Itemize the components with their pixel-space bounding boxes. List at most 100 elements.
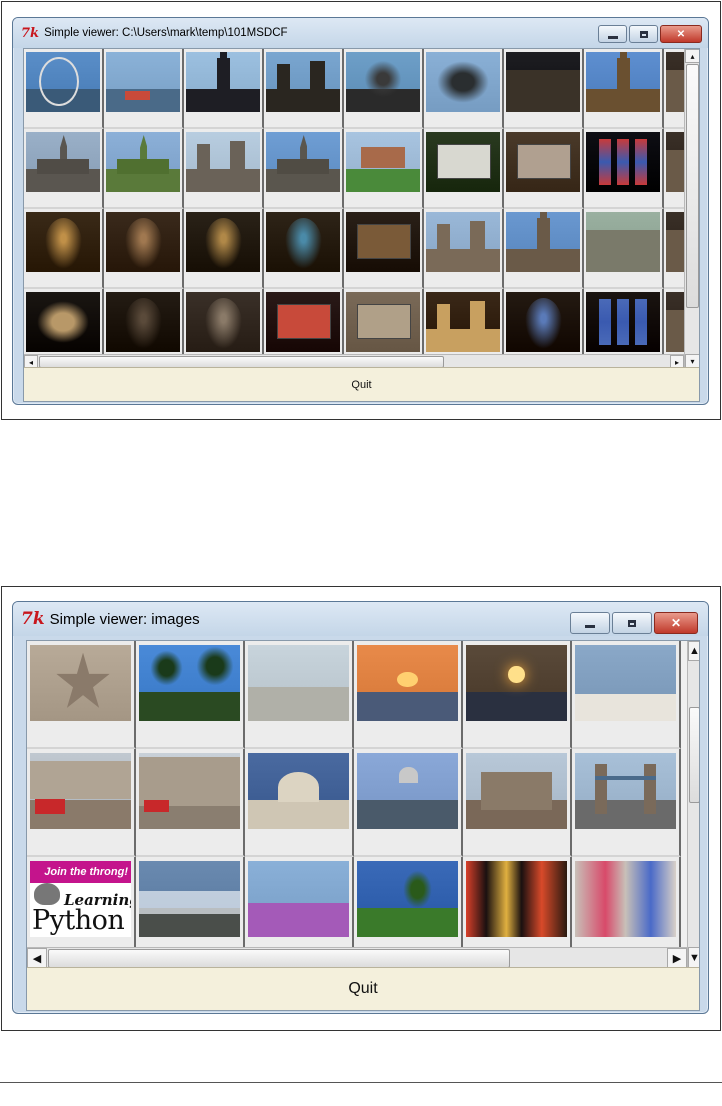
- thumbnail-button[interactable]: [424, 129, 504, 209]
- close-button[interactable]: ✕: [660, 25, 702, 43]
- thumbnail-button[interactable]: [136, 857, 245, 947]
- thumbnail-image: [186, 132, 260, 192]
- thumbnail-image: [248, 645, 349, 721]
- thumbnail-button[interactable]: [136, 749, 245, 857]
- horizontal-scrollbar[interactable]: ◀ ▶: [27, 947, 687, 969]
- thumbnail-button[interactable]: [245, 857, 354, 947]
- vertical-scrollbar[interactable]: ▲ ▼: [687, 641, 699, 969]
- thumbnail-button[interactable]: [184, 49, 264, 129]
- thumbnail-image: [248, 753, 349, 829]
- thumbnail-grid: [24, 49, 684, 354]
- thumbnail-button[interactable]: [344, 209, 424, 289]
- photo-detail: [124, 298, 162, 349]
- thumbnail-button[interactable]: [264, 49, 344, 129]
- thumbnail-button[interactable]: [504, 49, 584, 129]
- thumbnail-button[interactable]: [463, 641, 572, 749]
- maximize-button[interactable]: [612, 612, 652, 634]
- thumbnail-button[interactable]: [354, 857, 463, 947]
- thumbnail-button[interactable]: Join the throng!LearningPython: [27, 857, 136, 947]
- title-bar[interactable]: 7k Simple viewer: C:\Users\mark\temp\101…: [13, 18, 708, 48]
- scroll-down-button[interactable]: ▾: [685, 354, 699, 368]
- scroll-down-button[interactable]: ▼: [688, 947, 699, 968]
- close-button[interactable]: ✕: [654, 612, 698, 634]
- title-bar[interactable]: 7k Simple viewer: images ✕: [13, 602, 708, 636]
- thumbnail-image: [266, 292, 340, 352]
- thumbnail-button[interactable]: [354, 641, 463, 749]
- thumbnail-button[interactable]: [104, 209, 184, 289]
- thumbnail-button[interactable]: [424, 49, 504, 129]
- thumbnail-button[interactable]: [424, 289, 504, 354]
- thumbnail-button[interactable]: [584, 129, 664, 209]
- thumbnail-button[interactable]: [664, 209, 684, 289]
- scroll-right-button[interactable]: ▶: [667, 948, 687, 969]
- photo-detail: [399, 766, 418, 784]
- thumbnail-button[interactable]: [27, 641, 136, 749]
- photo-detail: [230, 141, 246, 192]
- thumbnail-button[interactable]: [104, 129, 184, 209]
- vertical-scroll-thumb[interactable]: [689, 707, 699, 803]
- photo-detail: [357, 224, 411, 259]
- thumbnail-button[interactable]: [572, 641, 681, 749]
- thumbnail-button[interactable]: [584, 289, 664, 354]
- vertical-scroll-thumb[interactable]: [686, 64, 699, 308]
- thumbnail-button[interactable]: [104, 289, 184, 354]
- scroll-up-button[interactable]: ▲: [688, 641, 699, 661]
- thumbnail-button[interactable]: [424, 209, 504, 289]
- thumbnail-button[interactable]: [27, 749, 136, 857]
- quit-button[interactable]: Quit: [24, 367, 699, 401]
- thumbnail-button[interactable]: [245, 749, 354, 857]
- thumbnail-button[interactable]: [584, 209, 664, 289]
- thumbnail-button[interactable]: [354, 749, 463, 857]
- thumbnail-button[interactable]: [344, 129, 424, 209]
- thumbnail-canvas[interactable]: Join the throng!LearningPython: [27, 641, 687, 947]
- scroll-up-button[interactable]: ▴: [685, 49, 699, 63]
- thumbnail-image: [106, 52, 180, 112]
- thumbnail-button[interactable]: [264, 129, 344, 209]
- photo-detail: [617, 139, 629, 185]
- minimize-button[interactable]: [598, 25, 627, 43]
- thumbnail-button[interactable]: [245, 641, 354, 749]
- thumbnail-button[interactable]: [136, 641, 245, 749]
- scroll-left-button[interactable]: ◀: [27, 948, 47, 969]
- thumbnail-button[interactable]: [344, 49, 424, 129]
- thumbnail-button[interactable]: [584, 49, 664, 129]
- photo-detail: [30, 760, 131, 799]
- thumbnail-button[interactable]: [664, 49, 684, 129]
- thumbnail-button[interactable]: [104, 49, 184, 129]
- thumbnail-button[interactable]: [572, 857, 681, 947]
- thumbnail-canvas[interactable]: [24, 49, 684, 354]
- thumbnail-button[interactable]: [504, 129, 584, 209]
- figure-2-frame: 7k Simple viewer: images ✕ Join the thro…: [1, 586, 721, 1031]
- thumbnail-button[interactable]: [504, 209, 584, 289]
- thumbnail-button[interactable]: [24, 289, 104, 354]
- photo-foreground: [357, 908, 458, 937]
- thumbnail-button[interactable]: [184, 129, 264, 209]
- thumbnail-button[interactable]: [24, 49, 104, 129]
- thumbnail-button[interactable]: [264, 289, 344, 354]
- minimize-button[interactable]: [570, 612, 610, 634]
- thumbnail-button[interactable]: [24, 129, 104, 209]
- thumbnail-image: [357, 861, 458, 937]
- quit-button[interactable]: Quit: [27, 967, 699, 1010]
- viewer-window: 7k Simple viewer: images ✕ Join the thro…: [12, 601, 709, 1014]
- window-title: Simple viewer: C:\Users\mark\temp\101MSD…: [44, 27, 288, 39]
- thumbnail-button[interactable]: [344, 289, 424, 354]
- scroll-right-icon: ▸: [674, 357, 679, 367]
- thumbnail-image: [30, 645, 131, 721]
- thumbnail-button[interactable]: [24, 209, 104, 289]
- thumbnail-button[interactable]: [664, 129, 684, 209]
- thumbnail-button[interactable]: [184, 289, 264, 354]
- thumbnail-button[interactable]: [504, 289, 584, 354]
- vertical-scrollbar[interactable]: ▴ ▾: [684, 49, 699, 369]
- thumbnail-button[interactable]: [463, 857, 572, 947]
- thumbnail-button[interactable]: [572, 749, 681, 857]
- thumbnail-image: [26, 292, 100, 352]
- thumbnail-button[interactable]: [664, 289, 684, 354]
- thumbnail-button[interactable]: [463, 749, 572, 857]
- horizontal-scroll-thumb[interactable]: [48, 949, 510, 968]
- maximize-button[interactable]: [629, 25, 658, 43]
- thumbnail-image: [466, 753, 567, 829]
- thumbnail-button[interactable]: [184, 209, 264, 289]
- tk-icon: 7k: [21, 25, 40, 41]
- thumbnail-button[interactable]: [264, 209, 344, 289]
